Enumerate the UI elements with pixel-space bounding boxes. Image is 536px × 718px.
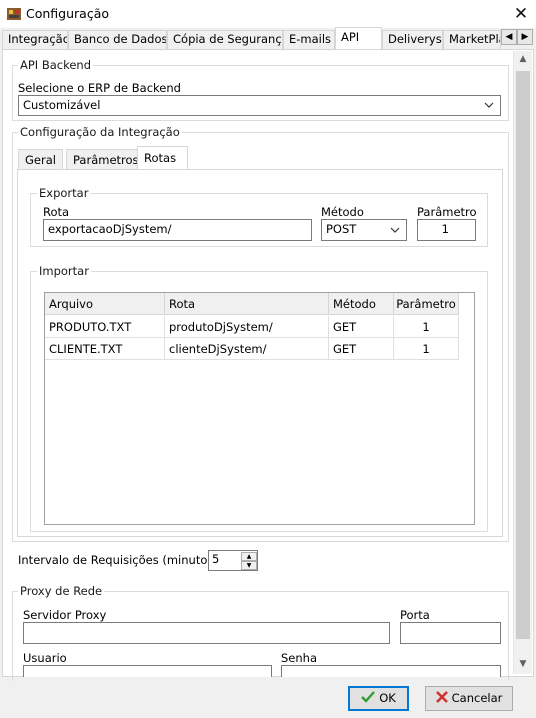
inner-tab-parametros[interactable]: Parâmetros (66, 149, 146, 169)
tab-scroll-left-button[interactable]: ◀ (501, 29, 517, 45)
scroll-up-icon[interactable]: ▲ (514, 51, 532, 68)
erp-select-value: Customizável (23, 98, 101, 112)
usuario-input[interactable] (23, 665, 272, 677)
inner-tab-rotas[interactable]: Rotas (137, 146, 188, 170)
cancel-x-icon (435, 687, 448, 710)
column-header-parametro[interactable]: Parâmetro (394, 293, 459, 315)
tab-copia-de-seguranca[interactable]: Cópia de Segurança (167, 30, 283, 49)
app-icon (6, 6, 22, 22)
table-cell[interactable]: PRODUTO.TXT (45, 316, 165, 338)
tab-integracao[interactable]: Integração (2, 30, 68, 49)
chevron-down-icon (390, 220, 400, 240)
erp-label: Selecione o ERP de Backend (18, 81, 181, 95)
table-cell[interactable]: GET (329, 316, 394, 338)
check-icon (361, 688, 376, 709)
api-backend-title: API Backend (18, 58, 94, 72)
table-cell[interactable]: 1 (394, 338, 459, 360)
column-header-rota[interactable]: Rota (165, 293, 329, 315)
tab-marketplace[interactable]: MarketPla (443, 30, 501, 49)
rota-input[interactable]: exportacaoDjSystem/ (43, 219, 312, 241)
column-header-arquivo[interactable]: Arquivo (45, 293, 165, 315)
exportar-title: Exportar (37, 186, 91, 200)
title-bar: Configuração ✕ (0, 0, 536, 28)
porta-input[interactable] (400, 622, 501, 644)
metodo-select[interactable]: POST (321, 219, 407, 241)
cancel-button[interactable]: Cancelar (425, 686, 513, 711)
tab-deliverys[interactable]: Deliverys (382, 30, 443, 49)
stepper-up-button[interactable]: ▲ (241, 552, 257, 561)
scroll-down-icon[interactable]: ▼ (514, 656, 532, 673)
proxy-title: Proxy de Rede (18, 584, 105, 598)
ok-button[interactable]: OK (348, 686, 409, 711)
vertical-scrollbar[interactable]: ▲ ▼ (513, 51, 532, 674)
rota-label: Rota (43, 205, 70, 219)
servidor-proxy-label: Servidor Proxy (23, 608, 107, 622)
erp-select[interactable]: Customizável (18, 95, 501, 116)
parametro-label: Parâmetro (417, 205, 477, 219)
metodo-select-value: POST (326, 222, 357, 236)
table-cell[interactable]: 1 (394, 316, 459, 338)
stepper-down-button[interactable]: ▼ (241, 561, 257, 570)
intervalo-value: 5 (212, 552, 220, 566)
importar-title: Importar (37, 264, 91, 278)
servidor-proxy-input[interactable] (23, 622, 390, 644)
senha-label: Senha (281, 651, 317, 665)
close-button[interactable]: ✕ (508, 3, 534, 25)
table-cell[interactable]: CLIENTE.TXT (45, 338, 165, 360)
ok-label: OK (379, 691, 396, 705)
tab-api[interactable]: API (335, 27, 382, 50)
usuario-label: Usuario (23, 651, 67, 665)
tab-banco-de-dados[interactable]: Banco de Dados (68, 30, 167, 49)
table-cell[interactable]: clienteDjSystem/ (165, 338, 329, 360)
cancel-label: Cancelar (451, 691, 503, 705)
inner-tab-geral[interactable]: Geral (18, 149, 63, 169)
chevron-down-icon (484, 96, 494, 115)
integracao-title: Configuração da Integração (18, 125, 182, 139)
table-cell[interactable]: GET (329, 338, 394, 360)
window-title: Configuração (26, 6, 110, 21)
tab-emails[interactable]: E-mails (283, 30, 335, 49)
intervalo-stepper[interactable]: 5 ▲ ▼ (208, 550, 258, 571)
intervalo-label: Intervalo de Requisições (minutos): (18, 553, 222, 567)
porta-label: Porta (400, 608, 430, 622)
table-cell[interactable]: produtoDjSystem/ (165, 316, 329, 338)
scrollbar-thumb[interactable] (516, 71, 530, 639)
importar-table[interactable]: Arquivo Rota Método Parâmetro PRODUTO.TX… (44, 292, 475, 525)
metodo-label: Método (321, 205, 364, 219)
parametro-input[interactable]: 1 (417, 219, 476, 241)
column-header-metodo[interactable]: Método (329, 293, 394, 315)
senha-input[interactable] (281, 665, 501, 677)
tab-scroll-right-button[interactable]: ▶ (517, 29, 533, 45)
